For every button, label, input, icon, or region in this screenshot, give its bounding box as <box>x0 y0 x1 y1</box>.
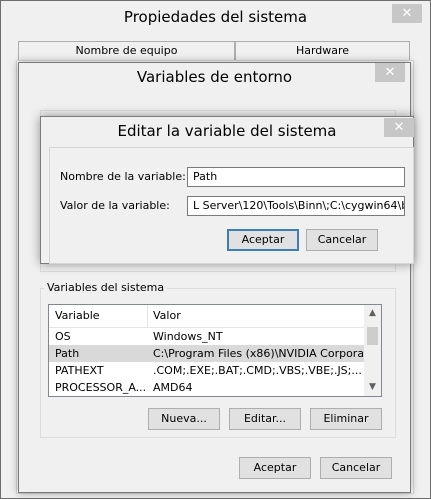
new-variable-button[interactable]: Nueva... <box>148 408 220 430</box>
vertical-scrollbar[interactable]: ▲ ▼ <box>364 305 381 396</box>
env-cancel-button[interactable]: Cancelar <box>320 457 392 479</box>
column-header-value[interactable]: Valor <box>153 305 363 327</box>
scroll-up-icon[interactable]: ▲ <box>364 305 381 322</box>
close-icon: ✕ <box>384 65 396 80</box>
variable-value: AMD64 <box>153 381 193 394</box>
tab-computer-name[interactable]: Nombre de equipo <box>18 41 235 61</box>
system-properties-title: Propiedades del sistema <box>123 8 308 26</box>
variable-name: OS <box>55 330 71 343</box>
environment-variables-close-button[interactable]: ✕ <box>375 63 405 82</box>
system-variables-list[interactable]: Variable Valor OS Windows_NT Path C:\Pro… <box>48 304 382 397</box>
table-row[interactable]: Path C:\Program Files (x86)\NVIDIA Corpo… <box>49 345 366 362</box>
variable-name-field[interactable]: Path <box>187 167 405 187</box>
variable-value-label: Valor de la variable: <box>60 199 170 212</box>
variable-name: Path <box>55 347 80 360</box>
column-divider[interactable] <box>147 305 148 327</box>
edit-cancel-button[interactable]: Cancelar <box>306 229 378 251</box>
table-row[interactable]: OS Windows_NT <box>49 328 366 345</box>
edit-system-variable-title: Editar la variable del sistema <box>117 122 337 140</box>
system-properties-close-button[interactable]: ✕ <box>392 4 422 23</box>
scroll-thumb[interactable] <box>367 327 378 345</box>
variable-value: Windows_NT <box>153 330 223 343</box>
scroll-down-icon[interactable]: ▼ <box>364 379 381 396</box>
edit-ok-button[interactable]: Aceptar <box>227 229 299 251</box>
close-icon: ✕ <box>401 6 413 21</box>
table-row[interactable]: PROCESSOR_A... AMD64 <box>49 379 366 396</box>
system-variables-label: Variables del sistema <box>44 281 168 294</box>
variable-value: C:\Program Files (x86)\NVIDIA Corpora... <box>153 347 363 360</box>
env-ok-button[interactable]: Aceptar <box>239 457 311 479</box>
variable-name: PATHEXT <box>55 364 104 377</box>
tab-hardware[interactable]: Hardware <box>235 41 410 61</box>
variable-value-field[interactable]: L Server\120\Tools\Binn\;C:\cygwin64\bin… <box>187 196 405 216</box>
variable-name: PROCESSOR_A... <box>55 381 145 394</box>
variable-value: .COM;.EXE;.BAT;.CMD;.VBS;.VBE;.JS;.... <box>153 364 363 377</box>
delete-variable-button[interactable]: Eliminar <box>310 408 382 430</box>
environment-variables-title: Variables de entorno <box>136 68 293 86</box>
list-header: Variable Valor <box>49 305 366 328</box>
variable-name-label: Nombre de la variable: <box>60 170 186 183</box>
edit-close-button[interactable]: ✕ <box>384 118 414 137</box>
edit-variable-button[interactable]: Editar... <box>229 408 301 430</box>
close-icon: ✕ <box>393 120 405 135</box>
column-header-variable[interactable]: Variable <box>55 305 145 327</box>
table-row[interactable]: PATHEXT .COM;.EXE;.BAT;.CMD;.VBS;.VBE;.J… <box>49 362 366 379</box>
